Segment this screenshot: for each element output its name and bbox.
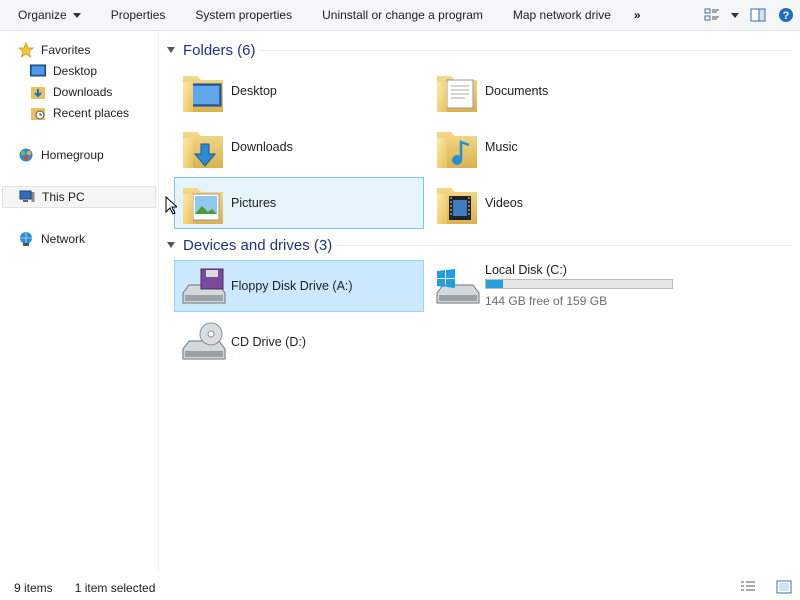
status-bar: 9 items 1 item selected bbox=[0, 576, 800, 600]
network-icon bbox=[18, 231, 34, 247]
folder-music[interactable]: Music bbox=[428, 121, 678, 173]
nav-favorites-label: Favorites bbox=[41, 43, 91, 57]
folder-downloads-label: Downloads bbox=[231, 140, 293, 154]
recent-places-icon bbox=[30, 105, 46, 121]
map-network-drive-button[interactable]: Map network drive bbox=[498, 0, 626, 30]
folder-downloads[interactable]: Downloads bbox=[174, 121, 424, 173]
large-icons-view-icon[interactable] bbox=[776, 580, 792, 597]
command-bar: Organize Properties System properties Un… bbox=[0, 0, 800, 31]
nav-favorites[interactable]: Favorites bbox=[18, 40, 90, 60]
drive-free-space: 144 GB free of 159 GB bbox=[485, 294, 608, 308]
folder-documents[interactable]: Documents bbox=[428, 65, 678, 117]
drive-cd-label: CD Drive (D:) bbox=[231, 335, 306, 349]
group-divider bbox=[259, 50, 792, 51]
view-options-chevron-icon[interactable] bbox=[726, 0, 744, 30]
change-view-icon[interactable] bbox=[698, 0, 726, 30]
nav-desktop-label: Desktop bbox=[53, 64, 98, 78]
collapse-icon bbox=[167, 47, 175, 53]
help-icon[interactable]: ? bbox=[772, 0, 800, 30]
homegroup-icon bbox=[18, 147, 34, 163]
organize-label: Organize bbox=[18, 8, 67, 22]
drive-floppy[interactable]: Floppy Disk Drive (A:) bbox=[174, 260, 424, 312]
nav-this-pc[interactable]: This PC bbox=[2, 186, 156, 208]
star-icon bbox=[18, 42, 34, 58]
folder-documents-label: Documents bbox=[485, 84, 549, 98]
collapse-icon bbox=[167, 242, 175, 248]
computer-icon bbox=[19, 189, 35, 205]
nav-this-pc-label: This PC bbox=[42, 190, 85, 204]
cd-drive-icon bbox=[182, 322, 226, 360]
folders-group-header[interactable]: Folders (6) bbox=[167, 39, 256, 61]
nav-downloads-label: Downloads bbox=[53, 85, 113, 99]
mouse-cursor-icon bbox=[165, 196, 177, 215]
folders-group-title: Folders (6) bbox=[183, 41, 256, 59]
music-folder-icon bbox=[437, 132, 477, 168]
downloads-folder-icon bbox=[30, 84, 46, 100]
nav-recent-places[interactable]: Recent places bbox=[30, 103, 129, 123]
nav-recent-places-label: Recent places bbox=[53, 106, 130, 120]
properties-button[interactable]: Properties bbox=[96, 0, 181, 30]
downloads-folder-icon bbox=[183, 132, 223, 168]
selection-count: 1 item selected bbox=[74, 581, 156, 595]
desktop-folder-icon bbox=[183, 76, 223, 112]
folder-desktop-label: Desktop bbox=[231, 84, 277, 98]
drive-cd[interactable]: CD Drive (D:) bbox=[174, 316, 424, 368]
documents-folder-icon bbox=[437, 76, 477, 112]
more-commands-button[interactable]: » bbox=[626, 0, 649, 30]
group-divider bbox=[337, 245, 792, 246]
folder-desktop[interactable]: Desktop bbox=[174, 65, 424, 117]
folder-pictures-label: Pictures bbox=[231, 196, 277, 210]
drive-usage-fill bbox=[486, 280, 504, 288]
drive-usage-bar bbox=[485, 279, 673, 289]
drive-floppy-label: Floppy Disk Drive (A:) bbox=[231, 279, 353, 293]
svg-text:?: ? bbox=[783, 10, 790, 22]
organize-menu-button[interactable]: Organize bbox=[0, 0, 96, 30]
content-pane: Folders (6) Desktop Documents Downloads … bbox=[159, 31, 800, 571]
nav-network-label: Network bbox=[41, 232, 86, 246]
floppy-drive-icon bbox=[182, 268, 226, 304]
drive-local-c-label: Local Disk (C:) bbox=[485, 263, 567, 277]
nav-network[interactable]: Network bbox=[18, 229, 85, 249]
folder-videos-label: Videos bbox=[485, 196, 523, 210]
folder-videos[interactable]: Videos bbox=[428, 177, 678, 229]
folder-music-label: Music bbox=[485, 140, 518, 154]
drives-group-header[interactable]: Devices and drives (3) bbox=[167, 234, 332, 256]
preview-pane-icon[interactable] bbox=[744, 0, 772, 30]
nav-downloads[interactable]: Downloads bbox=[30, 82, 112, 102]
navigation-pane: Favorites Desktop Downloads Recent place… bbox=[0, 31, 159, 571]
pictures-folder-icon bbox=[183, 188, 223, 224]
item-count: 9 items bbox=[14, 581, 53, 595]
folder-pictures[interactable]: Pictures bbox=[174, 177, 424, 229]
drive-local-c[interactable]: Local Disk (C:) 144 GB free of 159 GB bbox=[428, 260, 678, 312]
videos-folder-icon bbox=[437, 188, 477, 224]
chevron-down-icon bbox=[72, 13, 81, 19]
nav-homegroup[interactable]: Homegroup bbox=[18, 145, 104, 165]
windows-drive-icon bbox=[436, 269, 480, 304]
nav-desktop[interactable]: Desktop bbox=[30, 61, 97, 81]
drives-group-title: Devices and drives (3) bbox=[183, 236, 333, 254]
nav-homegroup-label: Homegroup bbox=[41, 148, 104, 162]
details-view-icon[interactable] bbox=[740, 580, 756, 597]
uninstall-program-button[interactable]: Uninstall or change a program bbox=[307, 0, 498, 30]
desktop-icon bbox=[30, 63, 46, 79]
system-properties-button[interactable]: System properties bbox=[180, 0, 307, 30]
